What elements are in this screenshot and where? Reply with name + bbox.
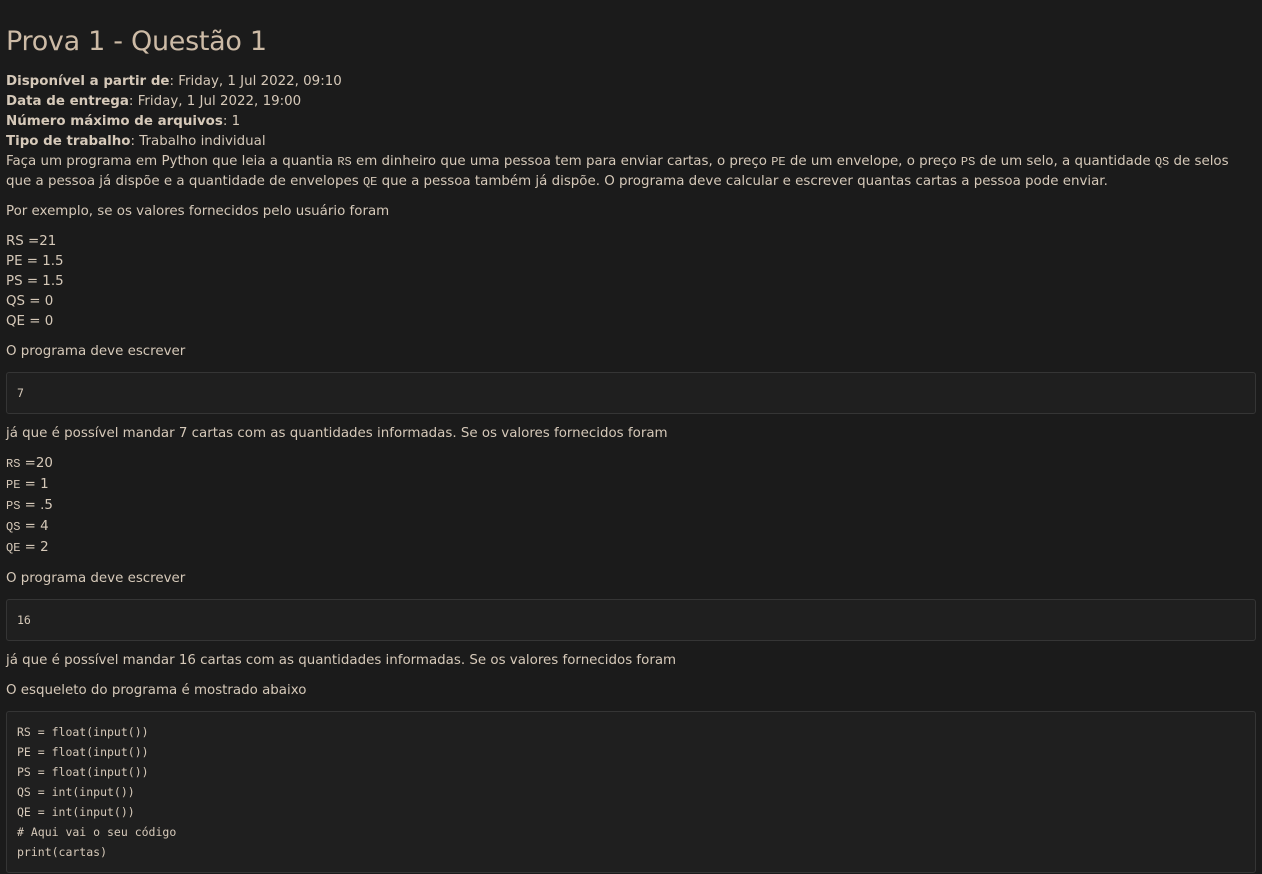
problem-description: Faça um programa em Python que leia a qu… [6, 154, 1229, 189]
meta-available-from: Disponível a partir de: Friday, 1 Jul 20… [6, 74, 342, 89]
example-intro: Por exemplo, se os valores fornecidos pe… [6, 204, 390, 219]
assignment-meta: Disponível a partir de: Friday, 1 Jul 20… [6, 72, 1256, 152]
input-line: RS =21 [6, 234, 57, 249]
should-write-text: O programa deve escrever [6, 571, 186, 586]
should-write-text: O programa deve escrever [6, 344, 186, 359]
input-line: PS = 1.5 [6, 274, 64, 289]
input-line: RS =20 [6, 456, 53, 471]
explanation-text: já que é possível mandar 7 cartas com as… [6, 426, 668, 441]
explanation-text: já que é possível mandar 16 cartas com a… [6, 653, 677, 668]
output-code-block: 7 [6, 372, 1256, 414]
input-line: PE = 1 [6, 477, 49, 492]
input-line: QS = 4 [6, 519, 49, 534]
output-code-block: 16 [6, 599, 1256, 641]
input-line: PS = .5 [6, 498, 53, 513]
page-title: Prova 1 - Questão 1 [6, 26, 267, 57]
meta-due-date: Data de entrega: Friday, 1 Jul 2022, 19:… [6, 94, 302, 109]
meta-work-type: Tipo de trabalho: Trabalho individual [6, 134, 266, 149]
input-line: PE = 1.5 [6, 254, 64, 269]
skeleton-code-block: RS = float(input()) PE = float(input()) PS… [6, 711, 1256, 873]
assignment-page: Prova 1 - Questão 1 Disponível a partir … [0, 0, 1262, 873]
example2-inputs: RS =20 PE = 1 PS = .5 QS = 4 QE = 2 [6, 454, 1256, 559]
example1-inputs: RS =21 PE = 1.5 PS = 1.5 QS = 0 QE = 0 [6, 232, 1256, 332]
skeleton-intro: O esqueleto do programa é mostrado abaix… [6, 683, 307, 698]
meta-max-files: Número máximo de arquivos: 1 [6, 114, 241, 129]
input-line: QE = 2 [6, 540, 49, 555]
input-line: QE = 0 [6, 314, 54, 329]
input-line: QS = 0 [6, 294, 54, 309]
